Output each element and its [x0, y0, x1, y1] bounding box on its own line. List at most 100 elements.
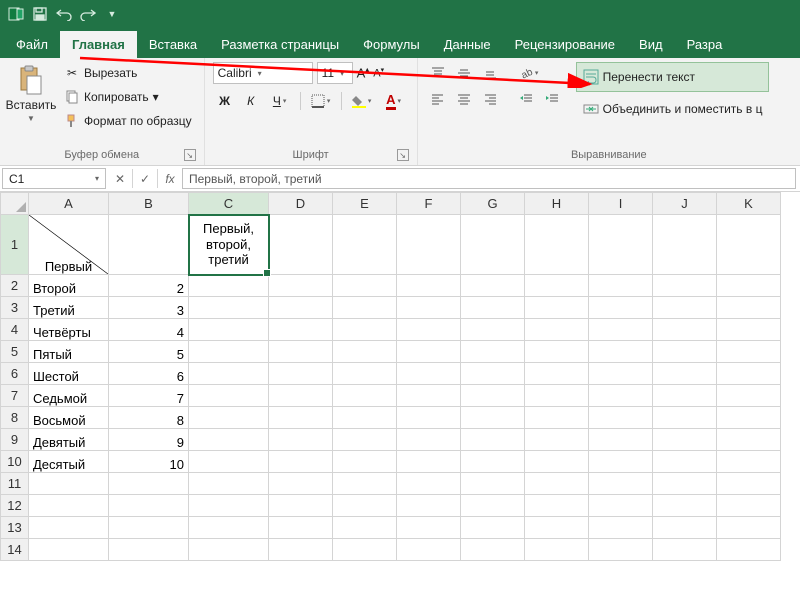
col-header-E[interactable]: E	[333, 193, 397, 215]
cell-J4[interactable]	[653, 319, 717, 341]
cell-H4[interactable]	[525, 319, 589, 341]
tab-developer[interactable]: Разра	[675, 31, 735, 58]
fill-color-button[interactable]: ▾	[347, 90, 377, 112]
cell-J13[interactable]	[653, 517, 717, 539]
row-header-9[interactable]: 9	[1, 429, 29, 451]
font-color-button[interactable]: А▾	[379, 90, 409, 112]
cell-B13[interactable]	[109, 517, 189, 539]
col-header-D[interactable]: D	[269, 193, 333, 215]
row-header-4[interactable]: 4	[1, 319, 29, 341]
cell-H1[interactable]	[525, 215, 589, 275]
row-header-13[interactable]: 13	[1, 517, 29, 539]
bold-button[interactable]: Ж	[213, 90, 237, 112]
cell-K12[interactable]	[717, 495, 781, 517]
align-bottom-button[interactable]	[478, 62, 502, 84]
cell-E3[interactable]	[333, 297, 397, 319]
col-header-A[interactable]: A	[29, 193, 109, 215]
cell-K5[interactable]	[717, 341, 781, 363]
cell-D6[interactable]	[269, 363, 333, 385]
cell-K1[interactable]	[717, 215, 781, 275]
cell-A3[interactable]: Третий	[29, 297, 109, 319]
cell-K4[interactable]	[717, 319, 781, 341]
cell-K9[interactable]	[717, 429, 781, 451]
cell-E11[interactable]	[333, 473, 397, 495]
cell-B14[interactable]	[109, 539, 189, 561]
cell-K14[interactable]	[717, 539, 781, 561]
cell-G9[interactable]	[461, 429, 525, 451]
cell-I4[interactable]	[589, 319, 653, 341]
cell-B9[interactable]: 9	[109, 429, 189, 451]
save-button[interactable]	[28, 3, 52, 25]
cell-A13[interactable]	[29, 517, 109, 539]
cut-button[interactable]: ✂ Вырезать	[60, 62, 196, 84]
cell-F13[interactable]	[397, 517, 461, 539]
cell-C5[interactable]	[189, 341, 269, 363]
row-header-5[interactable]: 5	[1, 341, 29, 363]
cell-I2[interactable]	[589, 275, 653, 297]
tab-data[interactable]: Данные	[432, 31, 503, 58]
cell-D5[interactable]	[269, 341, 333, 363]
cell-E12[interactable]	[333, 495, 397, 517]
cell-D2[interactable]	[269, 275, 333, 297]
cell-A9[interactable]: Девятый	[29, 429, 109, 451]
cell-B4[interactable]: 4	[109, 319, 189, 341]
cell-G12[interactable]	[461, 495, 525, 517]
col-header-J[interactable]: J	[653, 193, 717, 215]
cell-F7[interactable]	[397, 385, 461, 407]
cell-F14[interactable]	[397, 539, 461, 561]
cell-K7[interactable]	[717, 385, 781, 407]
cell-E2[interactable]	[333, 275, 397, 297]
cell-H6[interactable]	[525, 363, 589, 385]
col-header-K[interactable]: K	[717, 193, 781, 215]
row-header-6[interactable]: 6	[1, 363, 29, 385]
cell-J14[interactable]	[653, 539, 717, 561]
cell-H10[interactable]	[525, 451, 589, 473]
cell-C12[interactable]	[189, 495, 269, 517]
cell-F1[interactable]	[397, 215, 461, 275]
cell-I8[interactable]	[589, 407, 653, 429]
align-center-button[interactable]	[452, 88, 476, 110]
row-header-2[interactable]: 2	[1, 275, 29, 297]
cell-B11[interactable]	[109, 473, 189, 495]
cell-J5[interactable]	[653, 341, 717, 363]
cell-G11[interactable]	[461, 473, 525, 495]
row-header-11[interactable]: 11	[1, 473, 29, 495]
cell-G8[interactable]	[461, 407, 525, 429]
col-header-C[interactable]: C	[189, 193, 269, 215]
row-header-1[interactable]: 1	[1, 215, 29, 275]
cell-E6[interactable]	[333, 363, 397, 385]
tab-page-layout[interactable]: Разметка страницы	[209, 31, 351, 58]
cell-A6[interactable]: Шестой	[29, 363, 109, 385]
row-header-10[interactable]: 10	[1, 451, 29, 473]
cell-I14[interactable]	[589, 539, 653, 561]
cell-F2[interactable]	[397, 275, 461, 297]
cell-A12[interactable]	[29, 495, 109, 517]
orientation-button[interactable]: ab▾	[514, 62, 544, 84]
cell-I5[interactable]	[589, 341, 653, 363]
cell-C1[interactable]: Первый, второй, третий	[189, 215, 269, 275]
cell-D1[interactable]	[269, 215, 333, 275]
cell-C4[interactable]	[189, 319, 269, 341]
insert-function-button[interactable]: fx	[158, 166, 182, 191]
formula-input[interactable]: Первый, второй, третий	[182, 168, 796, 189]
cell-A10[interactable]: Десятый	[29, 451, 109, 473]
tab-home[interactable]: Главная	[60, 31, 137, 58]
cell-J2[interactable]	[653, 275, 717, 297]
cell-H11[interactable]	[525, 473, 589, 495]
cell-K13[interactable]	[717, 517, 781, 539]
cell-K10[interactable]	[717, 451, 781, 473]
cell-G3[interactable]	[461, 297, 525, 319]
cell-I3[interactable]	[589, 297, 653, 319]
cell-G14[interactable]	[461, 539, 525, 561]
cell-C3[interactable]	[189, 297, 269, 319]
cell-G13[interactable]	[461, 517, 525, 539]
cell-H9[interactable]	[525, 429, 589, 451]
align-left-button[interactable]	[426, 88, 450, 110]
cell-J10[interactable]	[653, 451, 717, 473]
underline-button[interactable]: Ч▾	[265, 90, 295, 112]
align-top-button[interactable]	[426, 62, 450, 84]
decrease-font-button[interactable]: A▾	[373, 66, 384, 80]
col-header-I[interactable]: I	[589, 193, 653, 215]
cell-J7[interactable]	[653, 385, 717, 407]
cell-G6[interactable]	[461, 363, 525, 385]
